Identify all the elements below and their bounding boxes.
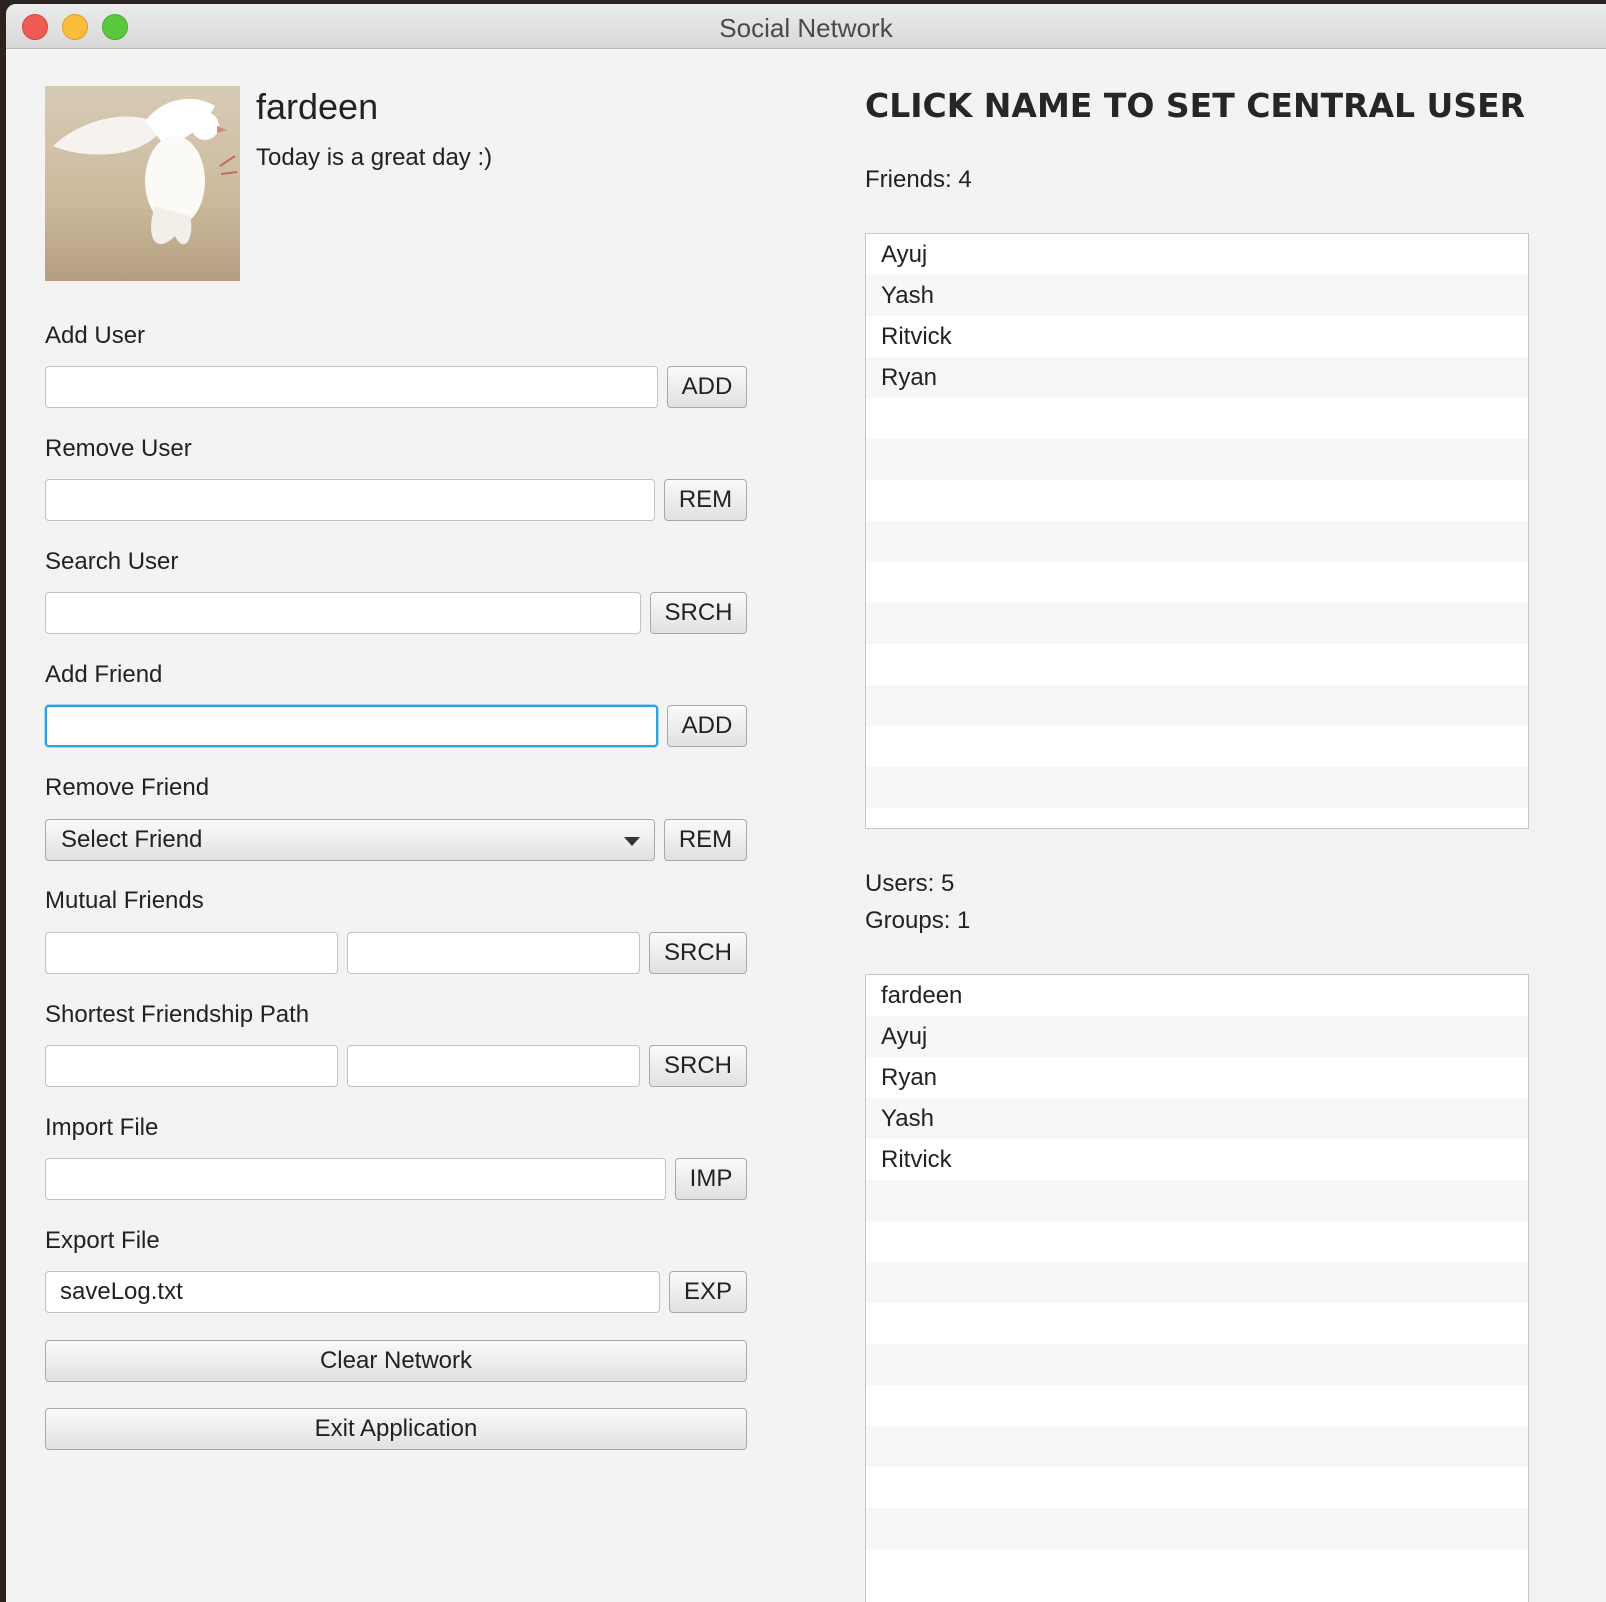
shortest-path-label: Shortest Friendship Path — [45, 1001, 310, 1028]
friend-list-item[interactable]: Yash — [866, 275, 1528, 316]
add-user-label: Add User — [45, 322, 146, 349]
empty-row — [866, 1549, 1528, 1590]
add-friend-button[interactable]: ADD — [667, 705, 747, 747]
mutual-friend-input-1[interactable] — [45, 932, 338, 974]
empty-row — [866, 1426, 1528, 1467]
remove-friend-button[interactable]: REM — [664, 819, 747, 861]
empty-row — [866, 1508, 1528, 1549]
friend-list-item[interactable]: Ayuj — [866, 234, 1528, 275]
shortest-path-input-1[interactable] — [45, 1045, 338, 1087]
empty-row — [866, 1467, 1528, 1508]
mutual-friends-label: Mutual Friends — [45, 887, 204, 914]
import-file-button[interactable]: IMP — [675, 1158, 747, 1200]
empty-row — [866, 603, 1528, 644]
empty-row — [866, 644, 1528, 685]
empty-row — [866, 726, 1528, 767]
empty-row — [866, 1385, 1528, 1426]
remove-user-input[interactable] — [45, 479, 655, 521]
empty-row — [866, 1344, 1528, 1385]
add-user-button[interactable]: ADD — [667, 366, 747, 408]
user-list-item[interactable]: Ryan — [866, 1057, 1528, 1098]
empty-row — [866, 439, 1528, 480]
chevron-down-icon — [624, 837, 640, 846]
central-user-heading: CLICK NAME TO SET CENTRAL USER — [865, 86, 1526, 125]
shortest-path-search-button[interactable]: SRCH — [649, 1045, 747, 1087]
friend-list-item[interactable]: Ryan — [866, 357, 1528, 398]
remove-friend-select[interactable]: Select Friend — [45, 819, 655, 861]
search-user-label: Search User — [45, 548, 179, 575]
remove-user-label: Remove User — [45, 435, 192, 462]
add-friend-input[interactable] — [45, 705, 658, 747]
empty-row — [866, 1180, 1528, 1221]
export-file-button[interactable]: EXP — [669, 1271, 747, 1313]
remove-user-button[interactable]: REM — [664, 479, 747, 521]
groups-count: Groups: 1 — [865, 907, 971, 934]
friends-count: Friends: 4 — [865, 166, 972, 193]
user-list-item[interactable]: Yash — [866, 1098, 1528, 1139]
import-file-input[interactable] — [45, 1158, 666, 1200]
add-friend-label: Add Friend — [45, 661, 163, 688]
shortest-path-input-2[interactable] — [347, 1045, 640, 1087]
search-user-input[interactable] — [45, 592, 641, 634]
dove-photo — [45, 86, 240, 281]
empty-row — [866, 685, 1528, 726]
exit-application-button[interactable]: Exit Application — [45, 1408, 747, 1450]
empty-row — [866, 767, 1528, 808]
search-user-button[interactable]: SRCH — [650, 592, 747, 634]
empty-row — [866, 808, 1528, 828]
import-file-label: Import File — [45, 1114, 159, 1141]
empty-row — [866, 1262, 1528, 1303]
profile-photo — [45, 86, 240, 281]
export-file-label: Export File — [45, 1227, 160, 1254]
profile-name: fardeen — [256, 86, 379, 127]
users-count: Users: 5 — [865, 870, 955, 897]
export-file-input[interactable]: saveLog.txt — [45, 1271, 660, 1313]
empty-row — [866, 1303, 1528, 1344]
friends-list: Ayuj Yash Ritvick Ryan — [865, 233, 1529, 829]
app-window: Social Network fardeen Today is a great … — [6, 4, 1606, 1602]
user-list-item[interactable]: Ritvick — [866, 1139, 1528, 1180]
mutual-friends-search-button[interactable]: SRCH — [649, 932, 747, 974]
window-title: Social Network — [719, 13, 893, 43]
mutual-friend-input-2[interactable] — [347, 932, 640, 974]
empty-row — [866, 521, 1528, 562]
title-bar: Social Network — [6, 4, 1606, 49]
user-list-item[interactable]: Ayuj — [866, 1016, 1528, 1057]
empty-row — [866, 562, 1528, 603]
remove-friend-label: Remove Friend — [45, 774, 210, 801]
clear-network-button[interactable]: Clear Network — [45, 1340, 747, 1382]
empty-row — [866, 480, 1528, 521]
profile-status: Today is a great day :) — [256, 144, 493, 171]
empty-row — [866, 1221, 1528, 1262]
users-list: fardeen Ayuj Ryan Yash Ritvick — [865, 974, 1529, 1602]
remove-friend-selected: Select Friend — [61, 826, 203, 853]
add-user-input[interactable] — [45, 366, 658, 408]
empty-row — [866, 398, 1528, 439]
friend-list-item[interactable]: Ritvick — [866, 316, 1528, 357]
user-list-item[interactable]: fardeen — [866, 975, 1528, 1016]
